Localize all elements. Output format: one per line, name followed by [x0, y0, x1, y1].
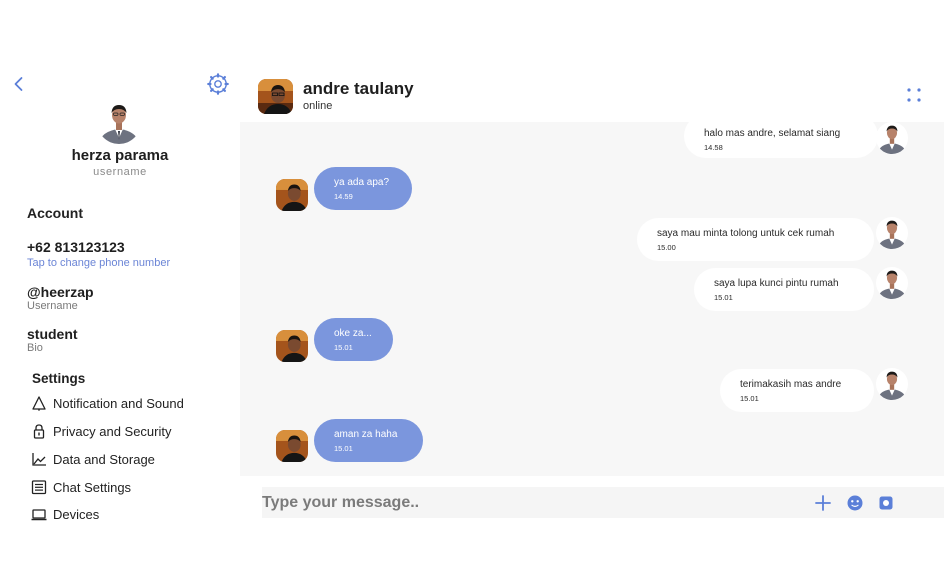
message-list[interactable]: halo mas andre, selamat siang 14.58 ya a…: [240, 122, 944, 476]
message-composer: [262, 487, 944, 518]
person-photo-icon: [97, 100, 141, 144]
emoji-icon: [847, 495, 863, 511]
chart-icon: [31, 451, 47, 467]
message-input[interactable]: [262, 487, 802, 518]
message-text: saya lupa kunci pintu rumah: [714, 277, 839, 289]
menu-item-notification-sound[interactable]: Notification and Sound: [31, 393, 221, 413]
message-bubble-outgoing[interactable]: terimakasih mas andre 15.01: [720, 369, 874, 412]
profile-name: herza parama: [71, 147, 169, 164]
chevron-left-icon: [14, 77, 23, 91]
contact-message-avatar: [276, 430, 308, 462]
emoji-button[interactable]: [846, 494, 864, 512]
contact-photo-icon: [258, 79, 293, 114]
message-time: 15.00: [657, 242, 676, 252]
menu-item-label: Privacy and Security: [53, 423, 172, 439]
message-time: 15.01: [740, 393, 759, 403]
plus-icon: [815, 495, 831, 511]
chat-settings-icon: [31, 479, 47, 495]
contact-message-avatar: [276, 330, 308, 362]
back-button[interactable]: [11, 76, 27, 92]
camera-button[interactable]: [877, 494, 895, 512]
camera-icon: [879, 496, 893, 510]
bio-caption: Bio: [27, 342, 43, 354]
message-bubble-incoming[interactable]: oke za... 15.01: [314, 318, 393, 361]
message-text: aman za haha: [334, 428, 398, 440]
message-time: 14.59: [334, 191, 353, 201]
menu-item-privacy-security[interactable]: Privacy and Security: [31, 421, 221, 441]
message-text: ya ada apa?: [334, 176, 390, 188]
profile-avatar[interactable]: [97, 100, 141, 144]
username-caption: Username: [27, 300, 78, 312]
menu-item-label: Devices: [53, 506, 100, 522]
bio-value[interactable]: student: [27, 326, 78, 342]
menu-item-label: Notification and Sound: [53, 395, 184, 411]
sender-avatar: [876, 267, 908, 299]
message-bubble-incoming[interactable]: aman za haha 15.01: [314, 419, 423, 462]
more-options-button[interactable]: [905, 86, 923, 104]
message-bubble-outgoing[interactable]: halo mas andre, selamat siang 14.58: [684, 122, 878, 158]
message-text: saya mau minta tolong untuk cek rumah: [657, 227, 835, 239]
message-text: oke za...: [334, 327, 372, 339]
settings-button[interactable]: [206, 72, 230, 96]
add-attachment-button[interactable]: [814, 494, 832, 512]
account-section-title: Account: [27, 205, 83, 221]
message-time: 15.01: [334, 342, 353, 352]
menu-item-chat-settings[interactable]: Chat Settings: [31, 477, 221, 497]
message-bubble-outgoing[interactable]: saya lupa kunci pintu rumah 15.01: [694, 268, 874, 311]
bell-icon: [31, 395, 47, 411]
lock-icon: [31, 423, 47, 439]
change-phone-hint[interactable]: Tap to change phone number: [27, 257, 170, 269]
menu-item-label: Data and Storage: [53, 451, 155, 467]
phone-number[interactable]: +62 813123123: [27, 239, 125, 255]
message-text: halo mas andre, selamat siang: [704, 128, 841, 139]
menu-item-label: Chat Settings: [53, 479, 132, 495]
message-time: 15.01: [334, 443, 353, 453]
message-bubble-incoming[interactable]: ya ada apa? 14.59: [314, 167, 412, 210]
contact-message-avatar: [276, 179, 308, 211]
contact-avatar[interactable]: [258, 79, 293, 114]
profile-username-label: username: [93, 166, 147, 178]
settings-section-title: Settings: [32, 371, 86, 386]
profile-sidebar: herza parama username Account +62 813123…: [0, 0, 240, 568]
laptop-icon: [31, 506, 47, 522]
contact-name: andre taulany: [303, 79, 414, 98]
contact-status: online: [303, 100, 333, 112]
gear-icon: [207, 73, 229, 95]
sender-avatar: [876, 217, 908, 249]
message-time: 15.01: [714, 292, 733, 302]
menu-item-devices[interactable]: Devices: [31, 504, 221, 524]
sender-avatar: [876, 122, 908, 154]
username-value[interactable]: @heerzap: [27, 284, 94, 300]
message-time: 14.58: [704, 143, 723, 152]
sender-avatar: [876, 368, 908, 400]
chat-header: andre taulany online: [240, 68, 944, 122]
dots-grid-icon: [907, 88, 921, 102]
menu-item-data-storage[interactable]: Data and Storage: [31, 449, 221, 469]
message-bubble-outgoing[interactable]: saya mau minta tolong untuk cek rumah 15…: [637, 218, 874, 261]
message-text: terimakasih mas andre: [740, 378, 842, 390]
